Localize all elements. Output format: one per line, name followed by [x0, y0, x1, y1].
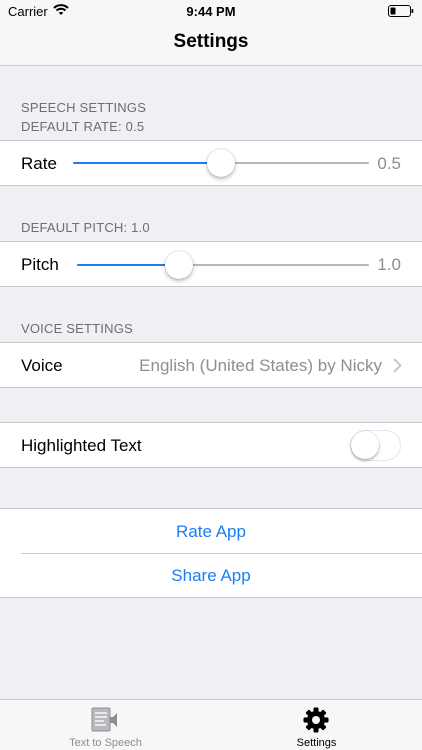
pitch-slider-fill: [77, 264, 180, 266]
tab-label-text-to-speech: Text to Speech: [69, 737, 142, 749]
document-speech-icon: [90, 706, 120, 739]
rate-label: Rate: [21, 154, 57, 173]
rate-app-button[interactable]: Rate App: [0, 522, 422, 542]
default-rate-caption: DEFAULT RATE: 0.5: [21, 119, 145, 134]
navigation-bar: Settings: [0, 22, 422, 66]
rate-slider-thumb[interactable]: [207, 149, 235, 177]
highlighted-text-cell: Highlighted Text: [0, 422, 422, 468]
pitch-label: Pitch: [21, 255, 59, 274]
tab-label-settings: Settings: [296, 737, 337, 749]
pitch-slider-thumb[interactable]: [165, 251, 194, 279]
status-time: 9:44 PM: [186, 4, 236, 19]
voice-cell[interactable]: Voice English (United States) by Nicky: [0, 342, 422, 388]
speech-settings-header: SPEECH SETTINGS: [21, 100, 147, 115]
gear-icon: [302, 706, 330, 739]
toggle-knob: [351, 431, 379, 459]
status-bar: Carrier 9:44 PM: [0, 0, 422, 22]
pitch-cell: Pitch 1.0: [0, 241, 422, 287]
chevron-right-icon: [393, 358, 402, 378]
voice-label: Voice: [21, 356, 63, 375]
default-pitch-caption: DEFAULT PITCH: 1.0: [21, 220, 150, 235]
pitch-value: 1.0: [377, 255, 401, 274]
rate-slider-fill: [73, 162, 221, 164]
highlighted-text-toggle[interactable]: [350, 430, 401, 461]
battery-icon: [388, 5, 414, 20]
rate-cell: Rate 0.5: [0, 140, 422, 186]
rate-slider[interactable]: [73, 149, 369, 177]
tab-settings[interactable]: Settings: [211, 700, 422, 750]
share-app-button[interactable]: Share App: [0, 566, 422, 586]
tab-text-to-speech[interactable]: Text to Speech: [0, 700, 211, 750]
voice-settings-header: VOICE SETTINGS: [21, 321, 133, 336]
highlighted-text-label: Highlighted Text: [21, 436, 142, 455]
rate-value: 0.5: [377, 154, 401, 173]
links-group: Rate App Share App: [0, 508, 422, 598]
voice-value: English (United States) by Nicky: [139, 356, 382, 375]
tab-bar: Text to Speech Settings: [0, 699, 422, 750]
pitch-slider[interactable]: [77, 251, 369, 279]
page-title: Settings: [173, 31, 249, 52]
divider: [21, 553, 422, 554]
